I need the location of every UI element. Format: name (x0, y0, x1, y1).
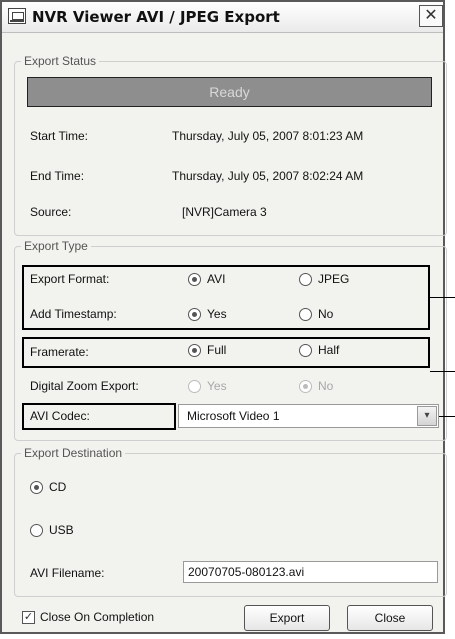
radio-empty-icon (299, 273, 312, 286)
avi-codec-select[interactable]: Microsoft Video 1 ▾ (178, 404, 439, 428)
zoom-yes-radio: Yes (188, 379, 268, 395)
callout-line-1 (430, 297, 455, 298)
chevron-down-icon[interactable]: ▾ (417, 406, 437, 426)
start-time-label: Start Time: (30, 129, 89, 143)
export-status-legend: Export Status (24, 54, 97, 68)
close-on-completion-label: Close On Completion (40, 610, 155, 624)
checkbox-checked-icon: ✓ (22, 611, 35, 624)
avi-filename-field[interactable] (183, 561, 438, 583)
export-button[interactable]: Export (244, 605, 330, 631)
start-time-value: Thursday, July 05, 2007 8:01:23 AM (172, 129, 364, 143)
status-bar: Ready (27, 77, 432, 107)
radio-empty-icon (188, 380, 201, 393)
source-value: [NVR]Camera 3 (182, 205, 267, 219)
format-avi-radio[interactable]: AVI (188, 272, 268, 288)
window-title: NVR Viewer AVI / JPEG Export (32, 8, 280, 26)
radio-empty-icon (299, 308, 312, 321)
close-button[interactable]: Close (347, 605, 433, 631)
zoom-no-radio: No (299, 379, 379, 395)
export-type-legend: Export Type (24, 239, 88, 253)
timestamp-yes-radio[interactable]: Yes (188, 307, 268, 323)
radio-selected-icon (299, 380, 312, 393)
export-dialog: NVR Viewer AVI / JPEG Export ✕ Export St… (0, 0, 455, 634)
radio-selected-icon (188, 308, 201, 321)
end-time-value: Thursday, July 05, 2007 8:02:24 AM (172, 169, 364, 183)
close-icon[interactable]: ✕ (419, 5, 443, 27)
format-jpeg-radio[interactable]: JPEG (299, 272, 389, 288)
export-destination-legend: Export Destination (24, 446, 123, 460)
framerate-half-radio[interactable]: Half (299, 343, 379, 359)
timestamp-no-radio[interactable]: No (299, 307, 379, 323)
destination-usb-radio[interactable]: USB (30, 523, 90, 539)
digital-zoom-label: Digital Zoom Export: (30, 379, 139, 393)
avi-filename-input[interactable] (184, 562, 432, 582)
callout-line-2 (430, 371, 455, 372)
avi-filename-label: AVI Filename: (30, 566, 105, 580)
framerate-label: Framerate: (30, 345, 89, 359)
codec-selected-value: Microsoft Video 1 (187, 409, 280, 423)
radio-selected-icon (188, 344, 201, 357)
add-timestamp-label: Add Timestamp: (30, 307, 117, 321)
destination-cd-radio[interactable]: CD (30, 480, 90, 496)
callout-line-3 (439, 416, 455, 417)
radio-empty-icon (299, 344, 312, 357)
avi-codec-label: AVI Codec: (30, 409, 90, 423)
source-label: Source: (30, 205, 72, 219)
title-bar: NVR Viewer AVI / JPEG Export ✕ (2, 2, 443, 33)
export-format-label: Export Format: (30, 272, 110, 286)
radio-selected-icon (30, 481, 43, 494)
radio-selected-icon (188, 273, 201, 286)
end-time-label: End Time: (30, 169, 85, 183)
radio-empty-icon (30, 524, 43, 537)
framerate-full-radio[interactable]: Full (188, 343, 268, 359)
camera-monitor-icon (8, 8, 26, 24)
